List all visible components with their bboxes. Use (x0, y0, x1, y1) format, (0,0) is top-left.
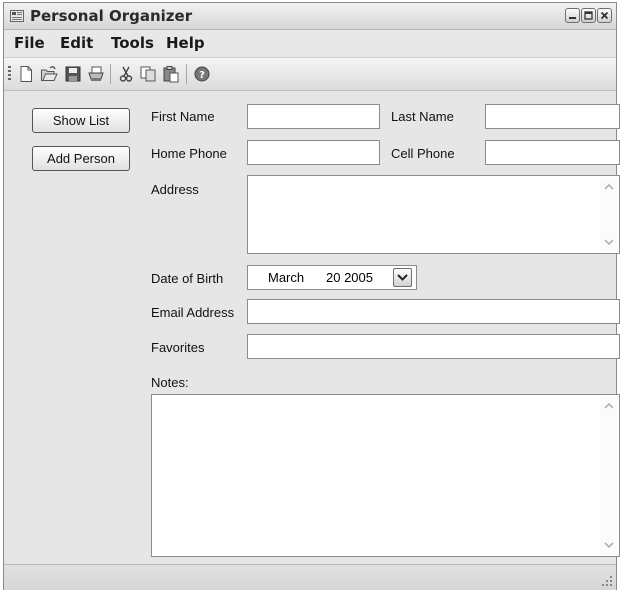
minimize-icon (569, 17, 576, 19)
toolbar-separator (186, 64, 187, 84)
menu-bar: File Edit Tools Help (4, 30, 616, 56)
home-phone-field[interactable] (247, 140, 380, 165)
first-name-label: First Name (151, 109, 215, 124)
minimize-button[interactable] (565, 8, 580, 23)
address-field[interactable] (247, 175, 620, 254)
menu-edit[interactable]: Edit (60, 34, 93, 52)
cell-phone-label: Cell Phone (391, 146, 455, 161)
add-person-button[interactable]: Add Person (32, 146, 130, 171)
home-phone-label: Home Phone (151, 146, 227, 161)
close-icon (600, 11, 609, 20)
scroll-up-icon[interactable] (603, 402, 615, 410)
status-bar (4, 564, 616, 590)
favorites-field[interactable] (247, 334, 620, 359)
toolbar: ? (4, 57, 616, 91)
notes-label: Notes: (151, 375, 189, 390)
maximize-icon (584, 11, 593, 20)
email-address-label: Email Address (151, 305, 235, 320)
toolbar-separator (110, 64, 111, 84)
maximize-button[interactable] (581, 8, 596, 23)
scroll-down-icon[interactable] (603, 541, 615, 549)
toolbar-grip[interactable] (8, 66, 11, 82)
app-window: Personal Organizer File Edit Tools Help (3, 2, 620, 590)
save-icon[interactable] (64, 65, 82, 83)
menu-tools[interactable]: Tools (111, 34, 154, 52)
menu-file[interactable]: File (14, 34, 45, 52)
print-icon[interactable] (87, 65, 105, 83)
dob-month[interactable]: March (268, 270, 304, 285)
address-scrollbar[interactable] (600, 177, 618, 252)
title-bar[interactable]: Personal Organizer (4, 3, 616, 30)
copy-icon[interactable] (139, 65, 157, 83)
resize-grip-icon[interactable] (601, 575, 613, 587)
date-of-birth-picker[interactable]: March 20 2005 (247, 265, 417, 290)
favorites-label: Favorites (151, 340, 205, 355)
scroll-down-icon[interactable] (603, 238, 615, 246)
date-dropdown-button[interactable] (393, 268, 412, 287)
email-field[interactable] (247, 299, 620, 324)
dob-day-year[interactable]: 20 2005 (326, 270, 373, 285)
svg-text:?: ? (199, 70, 205, 81)
close-button[interactable] (597, 8, 612, 23)
chevron-down-icon (397, 274, 408, 281)
last-name-label: Last Name (391, 109, 454, 124)
address-label: Address (151, 182, 199, 197)
window-title: Personal Organizer (30, 7, 193, 25)
last-name-field[interactable] (485, 104, 620, 129)
cell-phone-field[interactable] (485, 140, 620, 165)
scroll-up-icon[interactable] (603, 183, 615, 191)
first-name-field[interactable] (247, 104, 380, 129)
open-icon[interactable] (40, 65, 58, 83)
notes-scrollbar[interactable] (600, 396, 618, 555)
menu-help[interactable]: Help (166, 34, 205, 52)
new-icon[interactable] (17, 65, 35, 83)
date-of-birth-label: Date of Birth (151, 271, 224, 286)
notes-field[interactable] (151, 394, 620, 557)
cut-icon[interactable] (117, 65, 135, 83)
help-icon[interactable]: ? (193, 65, 211, 83)
app-icon (10, 10, 24, 22)
paste-icon[interactable] (162, 65, 180, 83)
show-list-button[interactable]: Show List (32, 108, 130, 133)
